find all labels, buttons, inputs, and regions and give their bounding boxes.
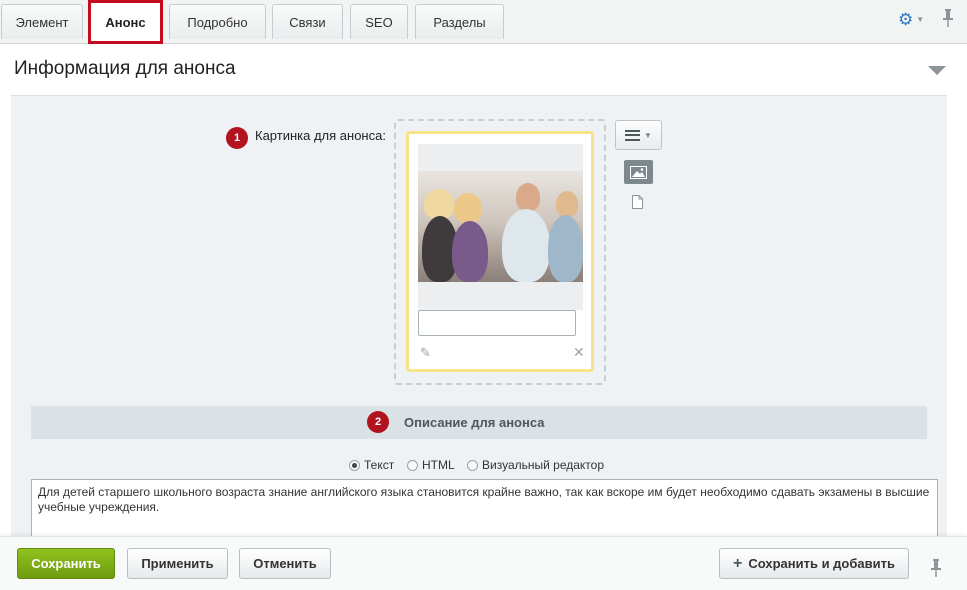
- save-and-add-button[interactable]: + Сохранить и добавить: [719, 548, 909, 579]
- tab-label: Связи: [289, 14, 326, 30]
- tab-details[interactable]: Подробно: [169, 4, 266, 39]
- tab-label: Элемент: [15, 14, 69, 30]
- button-label: Сохранить и добавить: [748, 556, 895, 571]
- preview-picture-label: Картинка для анонса:: [255, 128, 386, 143]
- section-title: Информация для анонса: [14, 58, 236, 79]
- mode-label: Текст: [364, 458, 395, 472]
- apply-button[interactable]: Применить: [127, 548, 228, 579]
- tab-sections[interactable]: Разделы: [415, 4, 504, 39]
- tab-label: Подробно: [187, 14, 248, 30]
- button-label: Сохранить: [31, 556, 101, 571]
- image-menu-button[interactable]: ▼: [615, 120, 662, 150]
- close-icon[interactable]: ✕: [573, 344, 585, 361]
- tab-label: SEO: [365, 14, 393, 30]
- hamburger-icon: [625, 129, 641, 141]
- save-button[interactable]: Сохранить: [17, 548, 115, 579]
- mode-html-radio[interactable]: HTML: [407, 458, 455, 472]
- settings-button[interactable]: ⚙ ▼: [898, 10, 928, 28]
- tab-element[interactable]: Элемент: [1, 4, 83, 39]
- radio-icon: [407, 459, 418, 471]
- image-icon[interactable]: [624, 160, 653, 184]
- gear-icon: ⚙: [898, 9, 914, 29]
- tab-announce[interactable]: Анонс: [88, 0, 163, 44]
- button-label: Отменить: [253, 556, 317, 571]
- hint-badge: 1: [226, 127, 248, 149]
- image-description-input[interactable]: [418, 310, 576, 336]
- description-textarea[interactable]: Для детей старшего школьного возраста зн…: [31, 479, 938, 540]
- button-label: Применить: [141, 556, 214, 571]
- document-icon[interactable]: [632, 195, 643, 209]
- hint-badge: 2: [367, 411, 389, 433]
- cancel-button[interactable]: Отменить: [239, 548, 331, 579]
- mode-text-radio[interactable]: Текст: [349, 458, 394, 472]
- chevron-down-icon: ▼: [916, 14, 925, 24]
- tab-label: Анонс: [105, 14, 146, 30]
- tab-label: Разделы: [433, 14, 486, 30]
- image-preview-frame: [418, 144, 583, 310]
- radio-icon: [467, 459, 478, 471]
- chevron-down-icon: ▼: [644, 130, 652, 140]
- description-title: Описание для анонса: [404, 415, 545, 430]
- triangle-down-icon[interactable]: [928, 66, 946, 75]
- radio-icon: [349, 459, 360, 471]
- tab-seo[interactable]: SEO: [350, 4, 408, 39]
- mode-label: HTML: [422, 458, 455, 472]
- tab-links[interactable]: Связи: [272, 4, 343, 39]
- mode-visual-radio[interactable]: Визуальный редактор: [467, 458, 604, 472]
- pin-icon[interactable]: [930, 559, 942, 580]
- pencil-icon[interactable]: ✎: [420, 345, 431, 361]
- image-card: ✎ ✕: [406, 131, 594, 372]
- mode-label: Визуальный редактор: [482, 458, 605, 472]
- pin-icon[interactable]: [941, 9, 955, 29]
- preview-photo[interactable]: [418, 171, 583, 282]
- plus-icon: +: [733, 554, 743, 572]
